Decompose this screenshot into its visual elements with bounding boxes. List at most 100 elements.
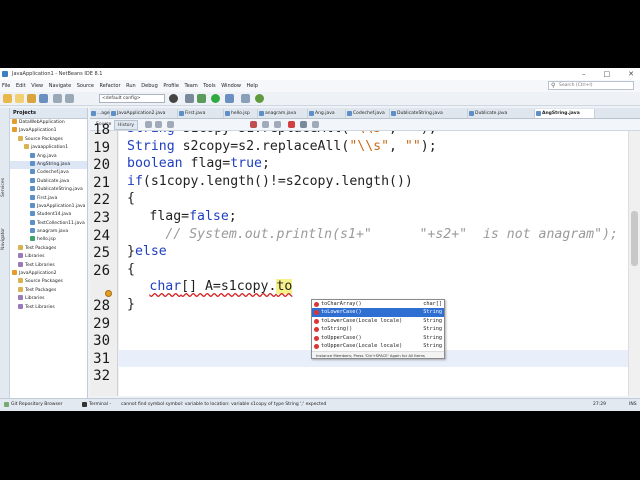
start-macro-icon[interactable]	[288, 121, 295, 128]
tree-item[interactable]: Libraries	[10, 253, 87, 261]
close-button[interactable]: ✕	[628, 68, 634, 80]
tree-item[interactable]: Test Libraries	[10, 303, 87, 312]
tree-item[interactable]: Codechef.java	[10, 169, 87, 177]
git-repository-browser-tab[interactable]: Git Repository Browser	[2, 399, 63, 411]
menu-source[interactable]: Source	[77, 83, 94, 89]
editor-tab[interactable]: hello.jsp	[224, 109, 258, 118]
save-all-icon[interactable]	[39, 94, 48, 103]
profile-icon[interactable]	[241, 94, 250, 103]
java-file-icon	[30, 160, 35, 166]
tree-item[interactable]: DataWebApplication	[10, 119, 87, 127]
editor-tab[interactable]: anagram.java	[258, 109, 308, 118]
menu-file[interactable]: File	[2, 83, 10, 89]
history-tab[interactable]: History	[114, 120, 139, 130]
settings-icon[interactable]	[169, 94, 178, 103]
tree-item[interactable]: JavaApplication2	[10, 270, 87, 278]
editor-tab[interactable]: AngString.java	[535, 109, 595, 118]
menu-debug[interactable]: Debug	[141, 83, 157, 89]
comment-icon[interactable]	[312, 121, 319, 128]
tree-item[interactable]: Test Libraries	[10, 261, 87, 270]
terminal-tab[interactable]: Terminal -	[80, 399, 111, 411]
completion-item[interactable]: toLowerCase(Locale locale) String	[312, 317, 444, 325]
completion-item[interactable]: toCharArray() char[]	[312, 300, 444, 308]
maximize-button[interactable]: □	[604, 68, 611, 80]
editor-tab[interactable]: First.java	[178, 109, 224, 118]
clean-build-icon[interactable]	[197, 94, 206, 103]
last-edit-icon[interactable]	[167, 121, 174, 128]
tree-item[interactable]: DublicateString.java	[10, 186, 87, 194]
caret-position: 27:29	[593, 402, 606, 407]
config-select[interactable]: <default config>	[99, 94, 165, 103]
tree-item[interactable]: Student14.java	[10, 211, 87, 219]
editor-tab[interactable]: Dublicate.java	[468, 109, 535, 118]
tree-item[interactable]: Libraries	[10, 295, 87, 303]
tree-item[interactable]: Source Packages	[10, 278, 87, 286]
menu-window[interactable]: Window	[221, 83, 241, 89]
editor-tab[interactable]: ...age	[90, 109, 110, 118]
code-line: flag=false;	[149, 209, 237, 224]
scrollbar-thumb[interactable]	[631, 211, 638, 266]
completion-item[interactable]: toUpperCase() String	[312, 334, 444, 342]
editor-tab[interactable]: Codechef.java	[346, 109, 390, 118]
method-icon	[314, 344, 319, 349]
shift-right-icon[interactable]	[274, 121, 281, 128]
projects-tab[interactable]: Projects	[10, 108, 87, 119]
shift-left-icon[interactable]	[262, 121, 269, 128]
tree-item[interactable]: JavaApplication1	[10, 127, 87, 135]
editor-tab-label: Dublicate.java	[475, 111, 508, 116]
completion-method: toString()	[321, 326, 353, 333]
tree-item[interactable]: anagram.java	[10, 228, 87, 236]
completion-item[interactable]: toLowerCase() String	[312, 308, 444, 317]
editor-tab[interactable]: JavaApplication2.java	[110, 109, 178, 118]
error-hint-icon[interactable]	[105, 290, 112, 297]
menu-run[interactable]: Run	[126, 83, 136, 89]
tree-item[interactable]: AngString.java	[10, 160, 87, 170]
tree-item[interactable]: hello.jsp	[10, 236, 87, 244]
menu-help[interactable]: Help	[247, 83, 258, 89]
code-line: char[] A=s1copy.to	[149, 279, 293, 295]
stop-macro-icon[interactable]	[300, 121, 307, 128]
menu-edit[interactable]: Edit	[16, 83, 26, 89]
tree-item[interactable]: Dublicate.java	[10, 177, 87, 186]
search-input[interactable]: ⚲ Search (Ctrl+I)	[548, 81, 634, 90]
debug-icon[interactable]	[225, 94, 234, 103]
method-icon	[314, 318, 319, 324]
new-project-icon[interactable]	[3, 94, 12, 103]
tree-item[interactable]: Test Packages	[10, 244, 87, 253]
navigator-side-tab[interactable]: Navigator	[1, 228, 6, 250]
forward-icon[interactable]	[155, 121, 162, 128]
minimize-button[interactable]: –	[582, 68, 586, 80]
menu-navigate[interactable]: Navigate	[49, 83, 71, 89]
menu-team[interactable]: Team	[184, 83, 197, 89]
editor-tab-label: Ang.java	[315, 111, 335, 116]
line-number: 23	[93, 210, 110, 226]
tree-item[interactable]: javaapplication1	[10, 144, 87, 152]
completion-item[interactable]: toUpperCase(Locale locale) String	[312, 342, 444, 350]
open-project-icon[interactable]	[27, 94, 36, 103]
tree-item[interactable]: TestCollection11.java	[10, 219, 87, 228]
new-file-icon[interactable]	[15, 94, 24, 103]
tree-item[interactable]: JavaApplication1.java	[10, 202, 87, 211]
redo-icon[interactable]	[65, 94, 74, 103]
services-side-tab[interactable]: Services	[1, 178, 6, 197]
tree-item[interactable]: Ang.java	[10, 152, 87, 161]
editor-tab[interactable]: Ang.java	[308, 109, 346, 118]
build-icon[interactable]	[185, 94, 194, 103]
menu-tools[interactable]: Tools	[203, 83, 215, 89]
completion-item[interactable]: toString() String	[312, 325, 444, 333]
back-icon[interactable]	[145, 121, 152, 128]
editor-scrollbar[interactable]	[628, 131, 640, 396]
menu-profile[interactable]: Profile	[163, 83, 179, 89]
tree-item[interactable]: First.java	[10, 194, 87, 203]
toggle-bookmark-icon[interactable]	[250, 121, 257, 128]
menu-view[interactable]: View	[31, 83, 43, 89]
run-icon[interactable]	[211, 94, 220, 103]
apply-changes-icon[interactable]	[255, 94, 264, 103]
menu-refactor[interactable]: Refactor	[100, 83, 121, 89]
tree-item-label: Codechef.java	[37, 170, 69, 176]
completion-return-type: String	[423, 343, 442, 349]
editor-tab[interactable]: DublicateString.java	[390, 109, 468, 118]
undo-icon[interactable]	[53, 94, 62, 103]
tree-item[interactable]: Source Packages	[10, 135, 87, 144]
tree-item[interactable]: Test Packages	[10, 286, 87, 295]
